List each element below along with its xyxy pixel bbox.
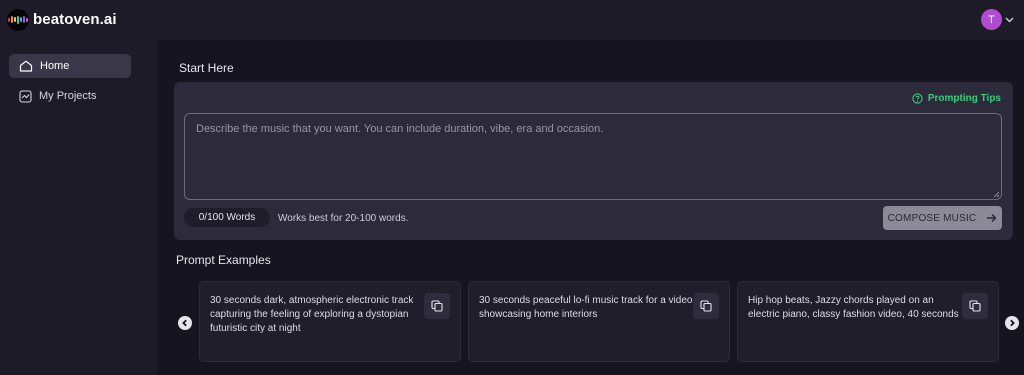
sidebar-item-my-projects[interactable]: My Projects [9, 84, 131, 108]
carousel-next-button[interactable] [1005, 316, 1019, 330]
sidebar-item-label: Home [40, 60, 70, 72]
chevron-right-icon [1010, 319, 1015, 327]
compose-panel: Prompting Tips 0/100 Words Works best fo… [174, 82, 1013, 240]
prompt-example-card[interactable]: Hip hop beats, Jazzy chords played on an… [737, 281, 999, 362]
chevron-left-icon [182, 319, 187, 327]
word-hint-text: Works best for 20-100 words. [278, 213, 409, 224]
copy-icon [700, 300, 712, 312]
prompt-example-text: 30 seconds dark, atmospheric electronic … [210, 295, 414, 334]
top-bar: beatoven.ai T [0, 0, 1024, 39]
carousel-prev-button[interactable] [178, 316, 192, 330]
compose-music-label: COMPOSE MUSIC [887, 212, 977, 224]
user-menu[interactable]: T [981, 9, 1014, 30]
arrow-right-icon [987, 213, 997, 223]
brand[interactable]: beatoven.ai [7, 8, 117, 31]
copy-button[interactable] [693, 293, 719, 319]
compose-music-button[interactable]: COMPOSE MUSIC [883, 206, 1002, 230]
prompt-example-card[interactable]: 30 seconds peaceful lo-fi music track fo… [468, 281, 730, 362]
sidebar: Home My Projects [0, 39, 157, 375]
prompt-example-text: Hip hop beats, Jazzy chords played on an… [748, 295, 959, 320]
home-icon [19, 60, 33, 72]
sidebar-item-home[interactable]: Home [9, 54, 131, 78]
help-circle-icon [912, 93, 923, 104]
sidebar-item-label: My Projects [39, 90, 97, 102]
brand-logo-icon [7, 8, 29, 31]
chart-square-icon [19, 89, 32, 103]
prompting-tips-label: Prompting Tips [927, 93, 1001, 104]
copy-icon [969, 300, 981, 312]
resize-grip-icon[interactable] [992, 190, 1000, 198]
prompting-tips-link[interactable]: Prompting Tips [912, 93, 1001, 104]
prompt-examples-title: Prompt Examples [176, 253, 271, 267]
avatar[interactable]: T [981, 9, 1002, 30]
copy-button[interactable] [962, 293, 988, 319]
word-count-badge: 0/100 Words [184, 208, 270, 227]
brand-name: beatoven.ai [33, 11, 117, 28]
start-here-title: Start Here [179, 61, 234, 75]
music-description-input[interactable] [184, 113, 1002, 200]
chevron-down-icon[interactable] [1005, 17, 1014, 23]
copy-button[interactable] [424, 293, 450, 319]
prompt-example-text: 30 seconds peaceful lo-fi music track fo… [479, 295, 693, 320]
copy-icon [431, 300, 443, 312]
prompt-example-card[interactable]: 30 seconds dark, atmospheric electronic … [199, 281, 461, 362]
